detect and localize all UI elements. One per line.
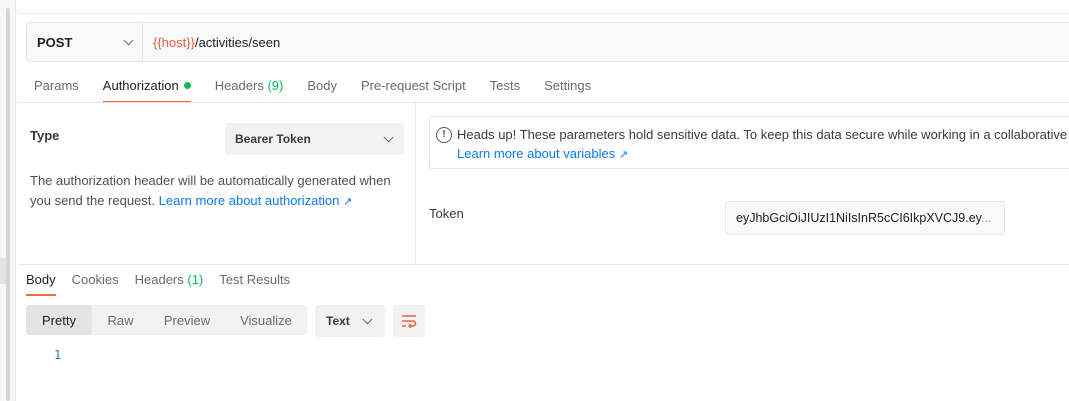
- url-input[interactable]: {{host}}/activities/seen: [143, 23, 1069, 61]
- tab-headers[interactable]: Headers (9): [215, 70, 284, 103]
- view-mode-group: Pretty Raw Preview Visualize: [26, 305, 307, 335]
- tab-label: Cookies: [71, 272, 119, 287]
- pane-resize-handle[interactable]: [0, 258, 6, 284]
- tab-authorization[interactable]: Authorization: [102, 70, 191, 103]
- request-tabs: Params Authorization Headers (9) Body Pr…: [26, 70, 615, 103]
- learn-more-variables-link[interactable]: Learn more about variables ↗: [457, 144, 1069, 165]
- response-divider: [18, 264, 1069, 265]
- info-icon: !: [436, 127, 452, 143]
- token-ellipsis: ...: [981, 211, 992, 225]
- method-label: POST: [37, 34, 73, 50]
- view-raw-button[interactable]: Raw: [92, 305, 149, 335]
- chevron-down-icon: [362, 314, 373, 324]
- link-text: Learn more about variables: [457, 146, 616, 161]
- wrap-lines-icon: [402, 315, 417, 328]
- top-divider: [18, 13, 1069, 14]
- scrollbar[interactable]: [6, 8, 10, 401]
- format-select[interactable]: Text: [315, 305, 385, 337]
- chevron-down-icon: [123, 35, 134, 45]
- type-label: Type: [30, 128, 60, 143]
- notice-text: Heads up! These parameters hold sensitiv…: [457, 127, 1069, 142]
- sensitive-data-notice: ! Heads up! These parameters hold sensit…: [429, 116, 1069, 169]
- tab-label: Authorization: [102, 78, 179, 93]
- token-label: Token: [429, 206, 464, 221]
- tab-params[interactable]: Params: [34, 70, 79, 103]
- view-visualize-button[interactable]: Visualize: [225, 305, 307, 335]
- chevron-down-icon: [383, 132, 394, 142]
- line-number: 1: [54, 348, 62, 362]
- auth-type-panel: Type Bearer Token The authorization head…: [18, 103, 416, 264]
- auth-type-select[interactable]: Bearer Token: [225, 123, 404, 155]
- response-tab-body[interactable]: Body: [26, 272, 56, 296]
- tab-label: Body: [26, 272, 56, 287]
- tab-label: Headers: [214, 78, 264, 93]
- token-value: eyJhbGciOiJIUzI1NiIsInR5cCI6IkpXVCJ9.ey: [736, 211, 981, 225]
- auth-config-panel: ! Heads up! These parameters hold sensit…: [417, 103, 1069, 264]
- left-rail: [0, 0, 16, 401]
- status-dot: [183, 82, 191, 89]
- learn-more-authorization-link[interactable]: Learn more about authorization ↗: [159, 193, 353, 208]
- tab-label: Pre-request Script: [360, 78, 466, 93]
- tab-label: Test Results: [219, 272, 291, 287]
- external-link-icon: ↗: [342, 196, 353, 208]
- tab-body[interactable]: Body: [307, 70, 337, 103]
- tab-settings[interactable]: Settings: [544, 70, 591, 103]
- tab-label: Params: [34, 78, 79, 93]
- token-input[interactable]: eyJhbGciOiJIUzI1NiIsInR5cCI6IkpXVCJ9.ey.…: [725, 201, 1005, 235]
- tab-label: Body: [307, 78, 337, 93]
- auth-description: The authorization header will be automat…: [30, 171, 405, 212]
- response-tab-headers[interactable]: Headers (1): [135, 272, 204, 296]
- format-value: Text: [326, 314, 350, 328]
- url-path: /activities/seen: [194, 34, 281, 50]
- tab-label: Tests: [489, 78, 521, 93]
- url-bar: POST {{host}}/activities/seen: [26, 22, 1069, 62]
- method-select[interactable]: POST: [27, 23, 143, 61]
- auth-type-value: Bearer Token: [235, 132, 311, 146]
- tab-count: (1): [187, 272, 204, 287]
- tab-label: Settings: [544, 78, 592, 93]
- tab-label: Headers: [134, 272, 184, 287]
- view-pretty-button[interactable]: Pretty: [26, 305, 92, 335]
- external-link-icon: ↗: [618, 149, 629, 161]
- url-host-variable: {{host}}: [153, 34, 195, 50]
- wrap-lines-button[interactable]: [393, 305, 425, 337]
- link-text: Learn more about authorization: [158, 193, 340, 208]
- tab-tests[interactable]: Tests: [490, 70, 520, 103]
- tab-pre-request-script[interactable]: Pre-request Script: [361, 70, 466, 103]
- response-tab-test-results[interactable]: Test Results: [219, 272, 290, 296]
- view-preview-button[interactable]: Preview: [149, 305, 225, 335]
- response-tab-cookies[interactable]: Cookies: [72, 272, 119, 296]
- response-tabs: Body Cookies Headers (1) Test Results: [26, 272, 306, 296]
- tab-count: (9): [267, 78, 284, 93]
